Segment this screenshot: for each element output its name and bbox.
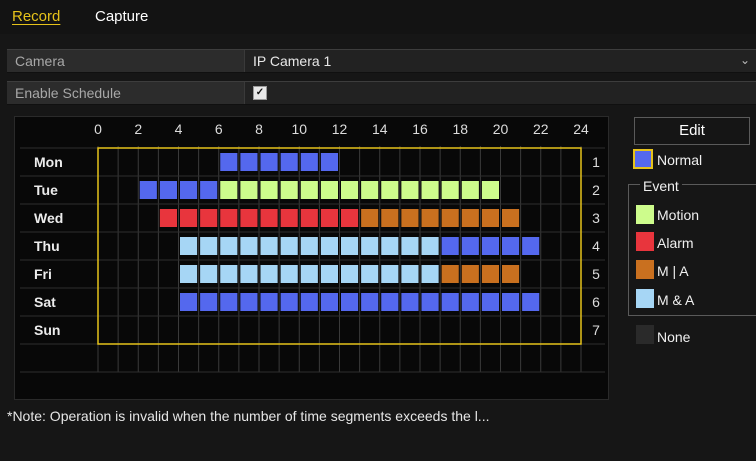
- enable-schedule-field: ✓: [244, 82, 756, 104]
- alarm-swatch: [636, 232, 654, 251]
- m-and-a-swatch: [636, 289, 654, 308]
- legend-m-and-a: M & A: [657, 292, 695, 308]
- note-text: *Note: Operation is invalid when the num…: [7, 408, 490, 424]
- hour-tick-10: 10: [291, 121, 308, 137]
- edit-button[interactable]: Edit: [634, 117, 750, 145]
- camera-value: IP Camera 1: [253, 53, 332, 69]
- motion-swatch: [636, 205, 654, 224]
- hour-tick-20: 20: [492, 121, 509, 137]
- tab-record[interactable]: Record: [12, 8, 60, 25]
- hour-tick-16: 16: [412, 121, 428, 137]
- hour-tick-14: 14: [371, 121, 388, 137]
- legend-motion: Motion: [657, 207, 700, 223]
- hour-tick-6: 6: [214, 121, 223, 137]
- legend-alarm: Alarm: [657, 235, 694, 251]
- day-label-mon: Mon: [34, 154, 63, 170]
- camera-label: Camera: [15, 53, 65, 69]
- row-number-1: 1: [592, 154, 600, 170]
- hour-tick-2: 2: [134, 121, 143, 137]
- none-swatch: [636, 325, 654, 344]
- row-number-5: 5: [592, 266, 600, 282]
- row-number-3: 3: [592, 210, 600, 226]
- legend-none: None: [657, 329, 691, 345]
- day-label-fri: Fri: [34, 266, 52, 282]
- row-number-7: 7: [592, 322, 600, 338]
- hour-tick-18: 18: [452, 121, 469, 137]
- tab-bar: Record Capture: [0, 0, 756, 34]
- day-label-sun: Sun: [34, 322, 61, 338]
- chevron-down-icon: ⌄: [739, 53, 750, 67]
- event-title: Event: [640, 178, 682, 194]
- hour-tick-8: 8: [255, 121, 263, 137]
- legend-m-or-a: M | A: [657, 263, 689, 279]
- enable-schedule-checkbox[interactable]: ✓: [253, 86, 267, 100]
- normal-swatch: [633, 149, 653, 169]
- day-label-thu: Thu: [34, 238, 60, 254]
- camera-row: Camera IP Camera 1 ⌄: [7, 49, 756, 73]
- camera-select[interactable]: IP Camera 1 ⌄: [244, 50, 756, 72]
- schedule-grid-panel: [14, 116, 609, 400]
- hour-tick-24: 24: [573, 121, 589, 137]
- m-or-a-swatch: [636, 260, 654, 279]
- row-number-2: 2: [592, 182, 600, 198]
- hour-tick-22: 22: [532, 121, 549, 137]
- legend-normal: Normal: [657, 152, 703, 168]
- day-label-tue: Tue: [34, 182, 58, 198]
- day-label-sat: Sat: [34, 294, 56, 310]
- enable-schedule-row: Enable Schedule ✓: [7, 81, 756, 105]
- hour-tick-12: 12: [331, 121, 348, 137]
- row-number-4: 4: [592, 238, 600, 254]
- hour-tick-0: 0: [94, 121, 102, 137]
- tab-capture[interactable]: Capture: [95, 8, 148, 25]
- day-label-wed: Wed: [34, 210, 64, 226]
- enable-schedule-label: Enable Schedule: [15, 85, 121, 101]
- row-number-6: 6: [592, 294, 600, 310]
- hour-tick-4: 4: [174, 121, 183, 137]
